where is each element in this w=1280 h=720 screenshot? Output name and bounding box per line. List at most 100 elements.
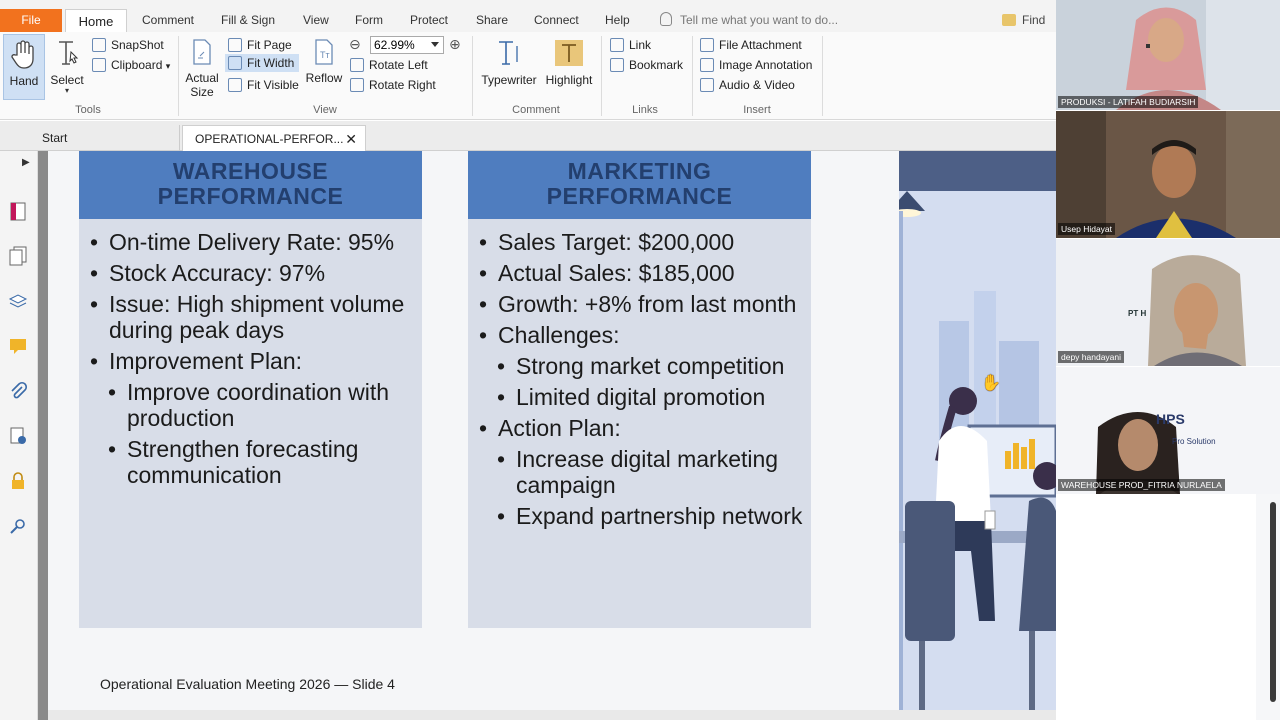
- ribbon-separator: [822, 36, 823, 116]
- typewriter-label: Typewriter: [481, 73, 537, 87]
- reflow-button[interactable]: Tт Reflow: [303, 34, 345, 100]
- zoom-select[interactable]: 62.99%: [370, 36, 444, 54]
- participant-video-2[interactable]: Usep Hidayat: [1056, 111, 1280, 238]
- tab-start-label: Start: [42, 131, 68, 145]
- participant-4-name: WAREHOUSE PROD_FITRIA NURLAELA: [1058, 479, 1225, 491]
- fit-visible-button[interactable]: Fit Visible: [228, 76, 299, 94]
- marketing-panel: MARKETING PERFORMANCE Sales Target: $200…: [468, 151, 811, 628]
- rotate-left-label: Rotate Left: [369, 58, 428, 72]
- audio-video-button[interactable]: Audio & Video: [700, 76, 795, 94]
- right-scrollbar[interactable]: [1256, 494, 1280, 720]
- tab-view[interactable]: View: [293, 9, 339, 32]
- tab-help[interactable]: Help: [595, 9, 640, 32]
- warehouse-panel: WAREHOUSE PERFORMANCE On-time Delivery R…: [79, 151, 422, 628]
- hand-tool-button[interactable]: Hand: [3, 34, 45, 100]
- select-label: Select: [50, 73, 84, 87]
- actual-size-label-1: Actual: [185, 71, 219, 85]
- hand-icon: [11, 40, 34, 69]
- file-attachment-button[interactable]: File Attachment: [700, 36, 802, 54]
- tab-file[interactable]: File: [0, 9, 62, 32]
- list-item: Increase digital marketing campaign: [496, 446, 811, 498]
- actual-size-icon: [193, 39, 211, 65]
- select-tool-button[interactable]: Select ▾: [47, 34, 87, 100]
- zoom-in-icon[interactable]: ⊕: [449, 36, 461, 53]
- tab-form[interactable]: Form: [345, 9, 393, 32]
- tab-comment[interactable]: Comment: [132, 9, 204, 32]
- fit-page-label: Fit Page: [247, 38, 292, 52]
- highlight-button[interactable]: Highlight: [542, 34, 596, 100]
- list-item: Sales Target: $200,000: [478, 229, 811, 255]
- reflow-icon: Tт: [315, 39, 333, 65]
- tell-me-search[interactable]: Tell me what you want to do...: [660, 9, 838, 32]
- list-item: Stock Accuracy: 97%: [89, 260, 422, 286]
- participant-video-4[interactable]: HPS Pro Solution WAREHOUSE PROD_FITRIA N…: [1056, 367, 1280, 494]
- warehouse-header: WAREHOUSE PERFORMANCE: [79, 151, 422, 219]
- tab-home[interactable]: Home: [65, 9, 127, 32]
- list-item: Expand partnership network: [496, 503, 811, 529]
- hand-cursor-icon: ✋: [981, 375, 1001, 392]
- document-gutter: [38, 151, 48, 720]
- layers-icon[interactable]: [8, 291, 28, 311]
- chevron-down-icon: ▾: [165, 61, 171, 71]
- participant-2-name: Usep Hidayat: [1058, 223, 1116, 235]
- clipboard-button[interactable]: Clipboard ▾: [92, 56, 170, 74]
- search-tools-icon[interactable]: [8, 516, 28, 536]
- tab-connect[interactable]: Connect: [524, 9, 589, 32]
- participant-video-1[interactable]: PRODUKSI - LATIFAH BUDIARSIH: [1056, 0, 1280, 110]
- comment-group-label: Comment: [512, 104, 560, 116]
- lock-icon[interactable]: [8, 471, 28, 491]
- participant-1-name: PRODUKSI - LATIFAH BUDIARSIH: [1058, 96, 1199, 108]
- zoom-out-icon[interactable]: ⊖: [349, 36, 361, 53]
- document-tab-bar: Start OPERATIONAL-PERFOR... ✕: [0, 121, 1056, 151]
- ribbon-separator: [692, 36, 693, 116]
- fit-visible-label: Fit Visible: [247, 78, 299, 92]
- participant-2-video-image: [1056, 111, 1280, 238]
- ribbon-separator: [178, 36, 179, 116]
- file-attachment-icon: [700, 38, 714, 52]
- participant-3-video-image: [1056, 239, 1280, 366]
- attachment-icon[interactable]: [8, 381, 28, 401]
- snapshot-button[interactable]: SnapShot: [92, 36, 164, 54]
- tab-fill-sign[interactable]: Fill & Sign: [211, 9, 285, 32]
- tab-protect[interactable]: Protect: [400, 9, 458, 32]
- bookmark-icon: [610, 58, 624, 72]
- participant-video-3[interactable]: PT H depy handayani: [1056, 239, 1280, 366]
- ribbon-separator: [472, 36, 473, 116]
- tab-start[interactable]: Start: [30, 125, 180, 151]
- svg-text:Tт: Tт: [320, 50, 330, 60]
- list-item: Improve coordination with production: [107, 379, 422, 431]
- warehouse-title-line-1: WAREHOUSE: [172, 158, 329, 184]
- link-button[interactable]: Link: [610, 36, 651, 54]
- comments-icon[interactable]: [8, 336, 28, 356]
- marketing-header: MARKETING PERFORMANCE: [468, 151, 811, 219]
- reflow-label: Reflow: [305, 71, 343, 85]
- page-thumbnails-icon[interactable]: [8, 201, 28, 221]
- find-button[interactable]: Find: [1002, 9, 1056, 31]
- ribbon-home: Hand Select ▾ SnapShot Clipboard ▾ Tools…: [0, 32, 1056, 120]
- actual-size-button[interactable]: Actual Size: [183, 34, 221, 102]
- status-bar: [48, 710, 1056, 720]
- fit-width-button[interactable]: Fit Width: [225, 54, 299, 72]
- list-item: Limited digital promotion: [496, 384, 811, 410]
- expand-panel-icon[interactable]: ▶: [22, 157, 30, 168]
- fit-page-button[interactable]: Fit Page: [228, 36, 292, 54]
- signature-icon[interactable]: [8, 426, 28, 446]
- scrollbar-thumb[interactable]: [1270, 502, 1276, 702]
- tab-share[interactable]: Share: [466, 9, 518, 32]
- close-icon[interactable]: ✕: [345, 126, 357, 152]
- rotate-left-button[interactable]: Rotate Left: [350, 56, 428, 74]
- tab-document-active[interactable]: OPERATIONAL-PERFOR... ✕: [182, 125, 366, 151]
- tools-group-label: Tools: [75, 104, 101, 116]
- list-item: Challenges:: [478, 322, 811, 348]
- text-select-icon: [59, 41, 79, 65]
- office-illustration: ✋: [899, 151, 1056, 710]
- snapshot-label: SnapShot: [111, 38, 164, 52]
- bookmark-button[interactable]: Bookmark: [610, 56, 683, 74]
- image-annotation-button[interactable]: Image Annotation: [700, 56, 812, 74]
- typewriter-button[interactable]: Typewriter: [478, 34, 540, 100]
- fit-width-label: Fit Width: [247, 56, 295, 70]
- rotate-right-button[interactable]: Rotate Right: [350, 76, 436, 94]
- insert-group-label: Insert: [743, 104, 771, 116]
- pages-icon[interactable]: [8, 246, 28, 266]
- list-item: Actual Sales: $185,000: [478, 260, 811, 286]
